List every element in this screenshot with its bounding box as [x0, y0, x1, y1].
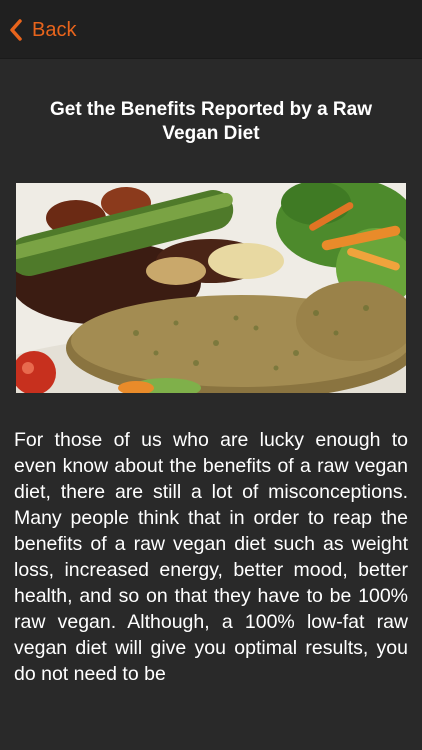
back-button[interactable]: Back — [8, 14, 76, 46]
article-title: Get the Benefits Reported by a Raw Vegan… — [49, 99, 372, 144]
top-navigation-bar: Back — [0, 0, 422, 59]
article-body: For those of us who are lucky enough to … — [14, 429, 408, 685]
article-image — [16, 183, 406, 393]
chevron-left-icon — [10, 19, 22, 41]
back-button-label: Back — [32, 18, 77, 41]
